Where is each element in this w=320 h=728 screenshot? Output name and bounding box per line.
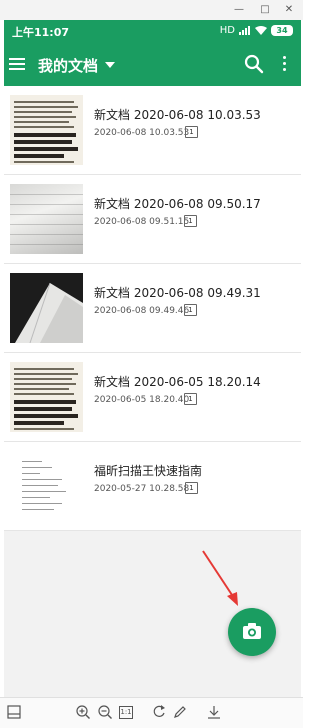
search-icon[interactable] (244, 54, 264, 74)
signal-icon (239, 26, 250, 35)
phone-screen: 上午11:07 HD 34 我的文档 新文档 2020-06-08 10.03.… (4, 20, 301, 697)
document-name: 新文档 2020-06-08 09.50.17 (94, 197, 261, 211)
document-date: 2020-06-08 10.03.53 (94, 128, 190, 138)
more-options-icon[interactable] (280, 54, 288, 74)
document-date: 2020-05-27 10.28.58 (94, 484, 190, 494)
document-name: 新文档 2020-06-08 10.03.53 (94, 108, 261, 122)
document-name: 新文档 2020-06-05 18.20.14 (94, 375, 261, 389)
document-thumbnail (10, 273, 83, 343)
document-row[interactable]: 福昕扫描王快速指南 2020-05-27 10.28.58 1 (4, 442, 301, 531)
document-name: 福昕扫描王快速指南 (94, 464, 203, 478)
zoom-in-icon[interactable] (75, 704, 91, 720)
document-row[interactable]: 新文档 2020-06-08 09.50.17 2020-06-08 09.51… (4, 175, 301, 264)
chevron-down-icon[interactable] (105, 62, 115, 68)
minimize-button[interactable]: — (225, 0, 253, 20)
viewer-toolbar: 1:1 (0, 697, 303, 728)
zoom-out-icon[interactable] (97, 704, 113, 720)
actual-size-button[interactable]: 1:1 (119, 706, 133, 719)
signal-label: HD (219, 25, 235, 36)
document-date: 2020-06-05 18.20.40 (94, 395, 190, 405)
document-list: 新文档 2020-06-08 10.03.53 2020-06-08 10.03… (4, 86, 301, 531)
document-date: 2020-06-08 09.49.46 (94, 306, 190, 316)
document-row[interactable]: 新文档 2020-06-08 09.49.31 2020-06-08 09.49… (4, 264, 301, 353)
page-count-badge: 1 (184, 393, 197, 405)
paper-photo-graphic (15, 282, 83, 343)
arrow-annotation-icon (202, 550, 238, 606)
status-icons: HD 34 (220, 25, 293, 36)
document-row[interactable]: 新文档 2020-06-05 18.20.14 2020-06-05 18.20… (4, 353, 301, 442)
close-button[interactable]: ✕ (275, 0, 303, 20)
page-title[interactable]: 我的文档 (38, 55, 98, 76)
download-icon[interactable] (206, 704, 222, 720)
wifi-icon (255, 26, 267, 35)
status-bar: 上午11:07 HD 34 (4, 20, 301, 44)
document-thumbnail (10, 184, 83, 254)
document-name: 新文档 2020-06-08 09.49.31 (94, 286, 261, 300)
sidebar-icon[interactable] (6, 704, 22, 720)
document-thumbnail (10, 451, 83, 521)
page-count-badge: 1 (185, 126, 198, 138)
document-thumbnail (10, 95, 83, 165)
battery-icon: 34 (271, 25, 293, 36)
menu-icon[interactable] (9, 56, 25, 72)
document-date: 2020-06-08 09.51.15 (94, 217, 190, 227)
document-row[interactable]: 新文档 2020-06-08 10.03.53 2020-06-08 10.03… (4, 86, 301, 175)
document-thumbnail (10, 362, 83, 432)
page-count-badge: 1 (184, 215, 197, 227)
camera-icon (243, 623, 261, 639)
edit-pen-icon[interactable] (172, 704, 188, 720)
page-count-badge: 1 (184, 304, 197, 316)
window-titlebar: — □ ✕ (0, 0, 303, 20)
app-toolbar: 我的文档 (4, 44, 301, 86)
camera-button[interactable] (228, 608, 276, 656)
page-count-badge: 1 (185, 482, 198, 494)
status-time: 上午11:07 (12, 26, 70, 39)
rotate-icon[interactable] (151, 704, 167, 720)
